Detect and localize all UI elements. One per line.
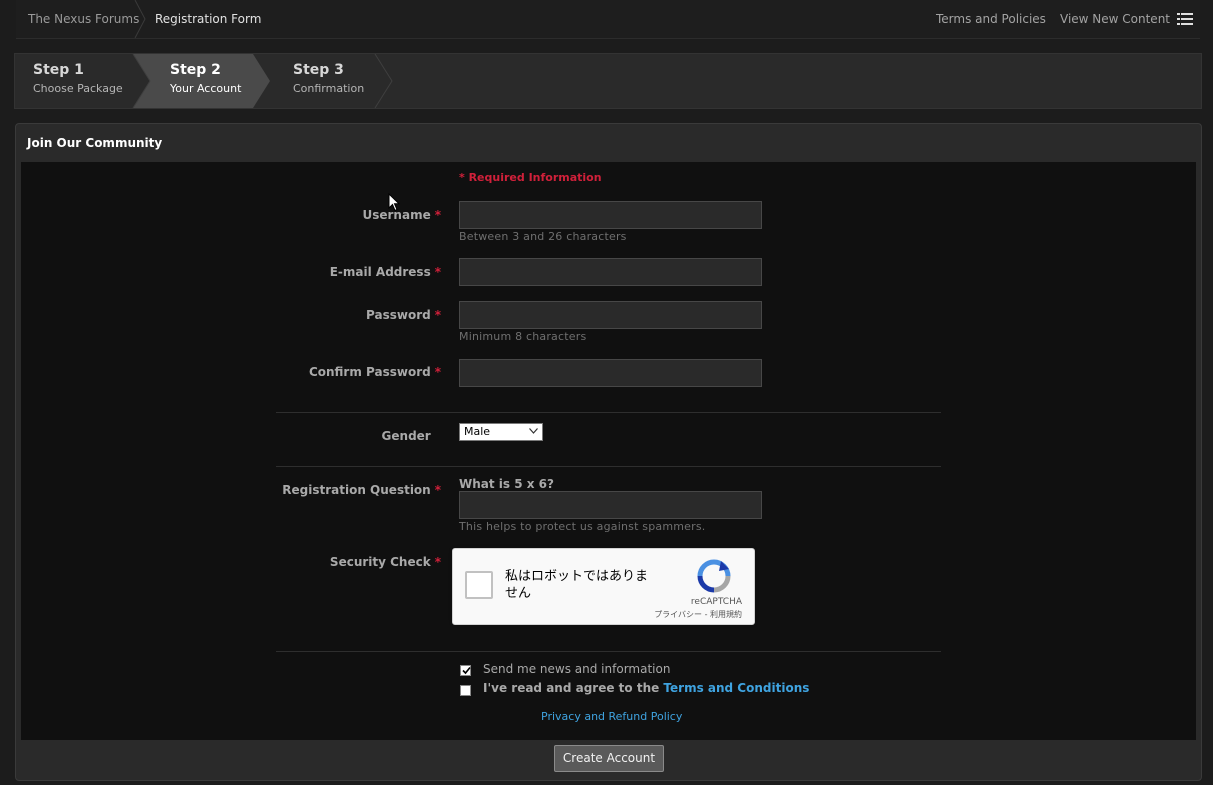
registration-question-label: Registration Question * [282,483,441,497]
email-input[interactable] [459,258,762,286]
step-1-subtitle: Choose Package [33,82,123,95]
required-star: * [434,308,441,322]
recaptcha-privacy-terms-links[interactable]: プライバシー - 利用規約 [654,609,742,620]
step-1-title: Step 1 [33,62,84,78]
terms-checkbox[interactable] [460,685,471,696]
terms-conditions-link[interactable]: Terms and Conditions [663,681,809,695]
breadcrumb-current: Registration Form [155,12,262,26]
registration-panel: Join Our Community * Required Informatio… [15,123,1202,781]
password-hint: Minimum 8 characters [459,330,587,343]
gender-select[interactable]: Male [459,423,543,441]
section-divider [276,466,941,467]
confirm-password-label: Confirm Password * [308,365,441,379]
registration-question-text: What is 5 x 6? [459,477,554,491]
step-3: Step 3 Confirmation [293,62,364,95]
registration-steps: Step 1 Choose Package Step 2 Your Accoun… [14,53,1202,109]
terms-checkbox-label: I've read and agree to the Terms and Con… [483,681,810,695]
security-check-label: Security Check * [329,555,441,569]
required-information-note: * Required Information [459,171,602,184]
chevron-down-icon [529,428,538,434]
breadcrumb-separator-icon [134,0,146,38]
required-star: * [434,555,441,569]
username-label: Username * [362,208,441,222]
password-input[interactable] [459,301,762,329]
recaptcha-brand: reCAPTCHA [690,597,742,607]
required-star: * [434,208,441,222]
recaptcha-logo-icon [697,559,731,593]
step-1: Step 1 Choose Package [33,62,123,95]
registration-answer-input[interactable] [459,491,762,519]
email-label: E-mail Address * [329,265,441,279]
step-2-title: Step 2 [170,62,221,78]
breadcrumb-home-link[interactable]: The Nexus Forums [28,0,139,38]
step-2-active: Step 2 Your Account [170,62,241,95]
checkmark-icon [462,666,471,675]
create-account-button[interactable]: Create Account [554,745,664,772]
section-divider [276,412,941,413]
confirm-password-input[interactable] [459,359,762,387]
registration-question-hint: This helps to protect us against spammer… [459,520,706,533]
step-3-title: Step 3 [293,62,344,78]
list-menu-icon[interactable] [1177,13,1193,25]
terms-policies-link[interactable]: Terms and Policies [936,0,1046,38]
required-star: * [434,365,441,379]
required-star: * [434,265,441,279]
step-3-subtitle: Confirmation [293,82,365,95]
username-hint: Between 3 and 26 characters [459,230,627,243]
gender-label: Gender* [381,429,431,443]
recaptcha-label: 私はロボットではありません [505,569,649,601]
news-checkbox[interactable] [460,665,471,676]
password-label: Password * [366,308,441,322]
top-navigation-bar: The Nexus Forums Registration Form Terms… [16,0,1200,39]
gender-selected-value: Male [464,425,491,438]
privacy-refund-policy-link[interactable]: Privacy and Refund Policy [541,710,682,723]
news-checkbox-label: Send me news and information [483,662,671,676]
mouse-cursor-icon [388,193,400,212]
section-divider [276,651,941,652]
recaptcha-widget: 私はロボットではありません reCAPTCHA プライバシー - 利用規約 [452,548,755,625]
recaptcha-checkbox[interactable] [465,571,493,599]
panel-title: Join Our Community [27,136,163,150]
view-new-content-link[interactable]: View New Content [1060,0,1170,38]
required-star: * [434,483,441,497]
step-2-subtitle: Your Account [170,82,242,95]
registration-form: * Required Information Username * Between… [21,162,1196,740]
username-input[interactable] [459,201,762,229]
